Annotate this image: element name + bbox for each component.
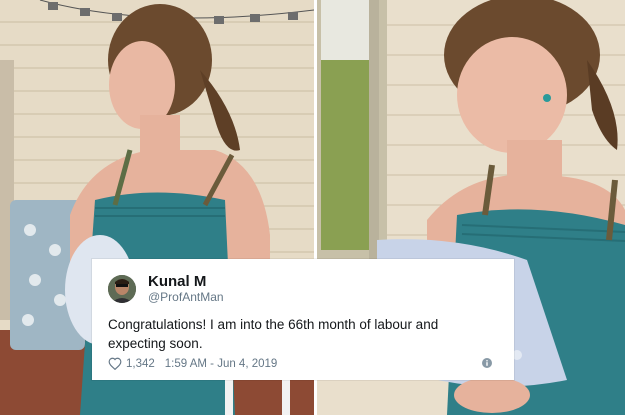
avatar-image <box>108 275 136 303</box>
heart-icon[interactable] <box>108 357 122 370</box>
like-count[interactable]: 1,342 <box>126 358 155 370</box>
info-icon[interactable] <box>482 358 492 368</box>
tweet-text: Congratulations! I am into the 66th mont… <box>108 317 439 351</box>
avatar[interactable] <box>108 275 136 303</box>
tweet-card: Kunal M @ProfAntMan Congratulations! I a… <box>92 259 514 380</box>
display-name[interactable]: Kunal M <box>148 273 224 290</box>
tweet-timestamp[interactable]: 1:59 AM - Jun 4, 2019 <box>165 358 278 370</box>
user-handle[interactable]: @ProfAntMan <box>148 290 224 305</box>
tweet-meta: 1,342 1:59 AM - Jun 4, 2019 <box>108 357 498 370</box>
tweet-header: Kunal M @ProfAntMan <box>108 272 498 306</box>
